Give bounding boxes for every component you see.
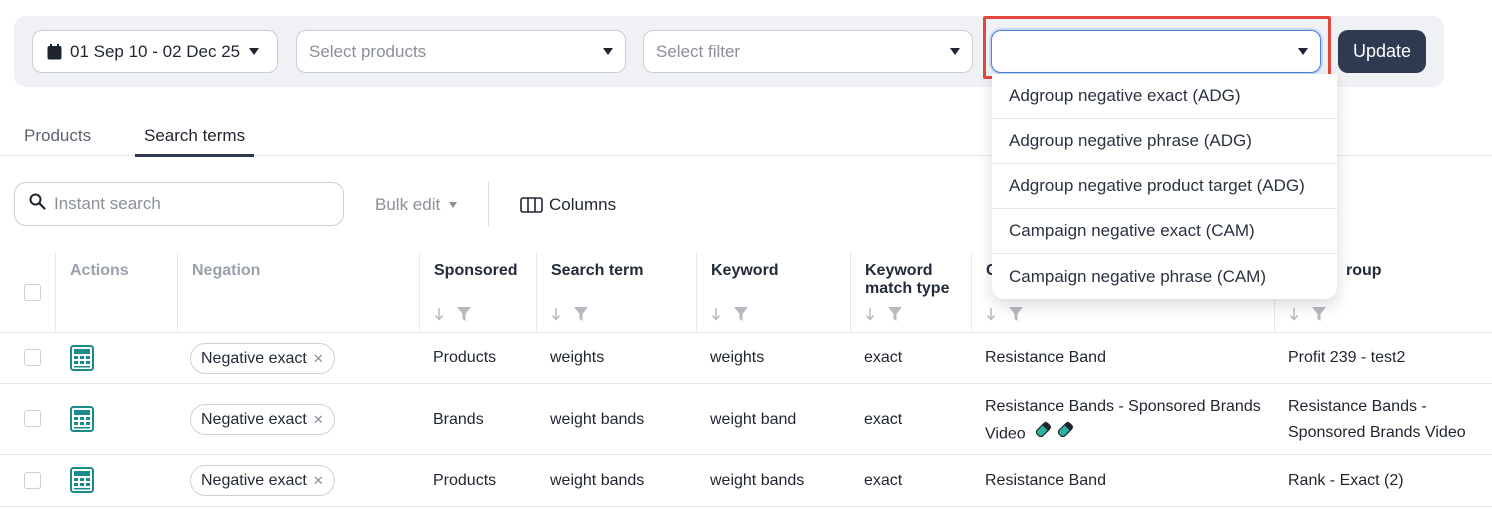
header-search-term-label: Search term	[551, 262, 644, 279]
cell-adgroup: Resistance Bands - Sponsored Brands Vide…	[1288, 398, 1466, 441]
cell-sponsored: Products	[433, 349, 497, 366]
filter-icon[interactable]	[1311, 306, 1327, 322]
calculator-icon[interactable]	[70, 406, 94, 437]
calculator-icon[interactable]	[70, 345, 94, 376]
search-icon	[29, 193, 46, 215]
cell-match-type: exact	[864, 472, 903, 489]
header-negation-label: Negation	[192, 262, 261, 279]
columns-icon	[520, 197, 543, 213]
negation-type-select[interactable]	[991, 30, 1321, 73]
cell-keyword: weight bands	[710, 472, 805, 489]
table-row: Negative exact ✕ Products weight bands w…	[0, 455, 1492, 507]
columns-button[interactable]: Columns	[520, 195, 616, 215]
sort-arrow-icon[interactable]	[551, 307, 561, 321]
row-checkbox[interactable]	[24, 349, 41, 366]
negation-tag[interactable]: Negative exact ✕	[190, 465, 335, 496]
sort-arrow-icon[interactable]	[1289, 307, 1299, 321]
header-adgroup-label: roup	[1346, 262, 1382, 279]
cell-keyword: weights	[710, 349, 765, 366]
header-actions-label: Actions	[70, 262, 129, 279]
filter-icon[interactable]	[573, 306, 589, 322]
divider	[488, 182, 489, 226]
menu-item-adgroup-negative-phrase[interactable]: Adgroup negative phrase (ADG)	[992, 119, 1337, 164]
filter-icon[interactable]	[1008, 306, 1024, 322]
table-row: Negative exact ✕ Products weights weight…	[0, 333, 1492, 384]
chevron-down-icon	[603, 48, 613, 55]
cell-match-type: exact	[864, 411, 903, 428]
tab-search-terms[interactable]: Search terms	[135, 126, 255, 157]
chevron-down-icon	[950, 48, 960, 55]
calculator-icon[interactable]	[70, 467, 94, 498]
cell-search-term: weight bands	[550, 472, 645, 489]
header-keyword-match-type[interactable]: Keyword match type	[850, 252, 971, 332]
menu-item-adgroup-negative-exact[interactable]: Adgroup negative exact (ADG)	[992, 74, 1337, 119]
update-button[interactable]: Update	[1338, 30, 1426, 73]
negation-tag[interactable]: Negative exact ✕	[190, 343, 335, 374]
bulk-edit-button[interactable]: Bulk edit	[375, 195, 458, 215]
negation-tag-label: Negative exact	[201, 471, 307, 489]
header-keyword-label: Keyword	[711, 262, 779, 279]
instant-search-input[interactable]: Instant search	[14, 182, 344, 226]
tab-products[interactable]: Products	[15, 126, 100, 154]
cell-campaign: Resistance Bands - Sponsored Brands Vide…	[985, 394, 1265, 449]
chevron-down-icon	[249, 48, 259, 55]
header-sponsored[interactable]: Sponsored	[419, 252, 536, 332]
sort-arrow-icon[interactable]	[711, 307, 721, 321]
cell-campaign: Resistance Band	[985, 472, 1106, 489]
filter-icon[interactable]	[733, 306, 749, 322]
calendar-icon	[47, 43, 62, 60]
sort-arrow-icon[interactable]	[434, 307, 444, 321]
pin-icon	[1034, 420, 1076, 449]
header-actions: Actions	[55, 252, 177, 332]
header-keyword[interactable]: Keyword	[696, 252, 850, 332]
select-all-checkbox[interactable]	[24, 284, 41, 301]
menu-item-adgroup-negative-product-target[interactable]: Adgroup negative product target (ADG)	[992, 164, 1337, 209]
remove-tag-icon[interactable]: ✕	[313, 351, 324, 367]
select-filter-placeholder: Select filter	[656, 41, 741, 61]
select-products-dropdown[interactable]: Select products	[296, 30, 626, 73]
negation-tag[interactable]: Negative exact ✕	[190, 404, 335, 435]
row-checkbox[interactable]	[24, 410, 41, 427]
negation-tag-label: Negative exact	[201, 349, 307, 367]
caret-down-icon	[449, 202, 458, 208]
table-row: Negative exact ✕ Brands weight bands wei…	[0, 384, 1492, 455]
chevron-down-icon	[1298, 48, 1308, 55]
cell-match-type: exact	[864, 349, 903, 366]
search-placeholder: Instant search	[54, 194, 161, 213]
date-range-picker[interactable]: 01 Sep 10 - 02 Dec 25	[32, 30, 278, 73]
cell-sponsored: Brands	[433, 411, 484, 428]
header-match-type-label: Keyword match type	[865, 262, 950, 297]
cell-search-term: weight bands	[550, 411, 645, 428]
columns-label: Columns	[549, 195, 617, 214]
cell-adgroup: Profit 239 - test2	[1288, 349, 1406, 366]
cell-search-term: weights	[550, 349, 605, 366]
remove-tag-icon[interactable]: ✕	[313, 473, 324, 489]
sort-arrow-icon[interactable]	[986, 307, 996, 321]
select-filter-dropdown[interactable]: Select filter	[643, 30, 973, 73]
cell-campaign: Resistance Band	[985, 349, 1106, 366]
cell-keyword: weight band	[710, 411, 797, 428]
date-range-label: 01 Sep 10 - 02 Dec 25	[70, 41, 241, 61]
header-search-term[interactable]: Search term	[536, 252, 696, 332]
row-checkbox[interactable]	[24, 472, 41, 489]
remove-tag-icon[interactable]: ✕	[313, 412, 324, 428]
bulk-edit-label: Bulk edit	[375, 195, 441, 214]
cell-campaign-label: Resistance Bands - Sponsored Brands Vide…	[985, 398, 1261, 443]
header-negation: Negation	[177, 252, 419, 332]
negation-tag-label: Negative exact	[201, 410, 307, 428]
negation-type-menu: Adgroup negative exact (ADG) Adgroup neg…	[992, 74, 1337, 299]
cell-adgroup: Rank - Exact (2)	[1288, 472, 1404, 489]
cell-sponsored: Products	[433, 472, 497, 489]
menu-item-campaign-negative-phrase[interactable]: Campaign negative phrase (CAM)	[992, 254, 1337, 299]
menu-item-campaign-negative-exact[interactable]: Campaign negative exact (CAM)	[992, 209, 1337, 254]
select-products-placeholder: Select products	[309, 41, 427, 61]
sort-arrow-icon[interactable]	[865, 307, 875, 321]
filter-icon[interactable]	[887, 306, 903, 322]
filter-icon[interactable]	[456, 306, 472, 322]
header-sponsored-label: Sponsored	[434, 262, 518, 279]
